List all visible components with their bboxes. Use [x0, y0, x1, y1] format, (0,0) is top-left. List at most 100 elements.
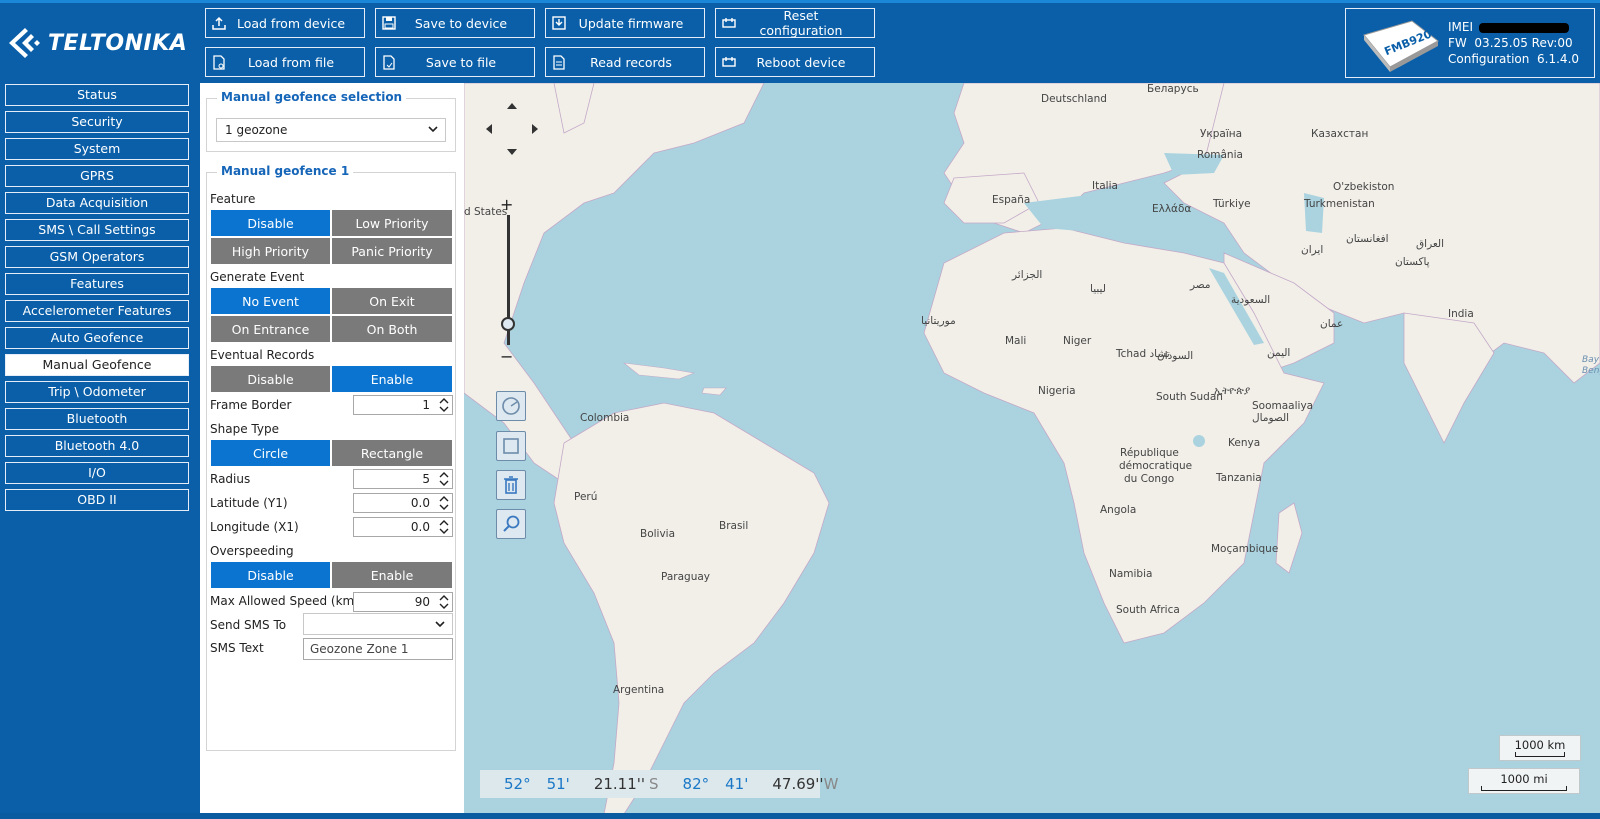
map-sea-label: Bay of: [1582, 355, 1600, 365]
event-on-entrance-option[interactable]: On Entrance: [211, 316, 330, 342]
spinner-arrows-icon[interactable]: [439, 594, 449, 610]
longitude-label: Longitude (X1): [210, 520, 299, 534]
sidebar-item-data-acquisition[interactable]: Data Acquisition: [5, 192, 189, 214]
zoom-out-icon[interactable]: −: [500, 347, 513, 366]
overspeeding-enable-option[interactable]: Enable: [332, 562, 452, 588]
sidebar-item-gprs[interactable]: GPRS: [5, 165, 189, 187]
sidebar-item-status[interactable]: Status: [5, 84, 189, 106]
map-place-label: الجزائر: [1012, 269, 1043, 281]
map-place-label: الصومال: [1252, 412, 1290, 424]
save-to-file-button[interactable]: Save to file: [375, 47, 535, 77]
reset-configuration-label: Reset configuration: [759, 8, 843, 38]
spinner-arrows-icon[interactable]: [439, 519, 449, 535]
sidebar-item-bluetooth[interactable]: Bluetooth: [5, 408, 189, 430]
zoom-slider[interactable]: + −: [498, 195, 518, 366]
latitude-input[interactable]: 0.0: [353, 493, 453, 513]
map-place-label: ليبيا: [1090, 283, 1106, 295]
sms-text-label: SMS Text: [210, 641, 264, 655]
sidebar-item-sms-call-settings[interactable]: SMS \ Call Settings: [5, 219, 189, 241]
feature-disable-option[interactable]: Disable: [211, 210, 330, 236]
map-place-label: Moçambique: [1211, 543, 1279, 555]
zoom-thumb[interactable]: [501, 317, 515, 331]
draw-circle-tool[interactable]: [496, 391, 526, 421]
load-from-device-button[interactable]: Load from device: [205, 8, 365, 38]
geofence-count-select[interactable]: 1 geozone: [216, 118, 446, 142]
eventual-records-enable-option[interactable]: Enable: [332, 366, 452, 392]
lat-hemisphere: S: [649, 775, 659, 793]
load-from-device-label: Load from device: [236, 15, 346, 31]
map-place-label: Angola: [1100, 504, 1137, 516]
sidebar-item-bluetooth-4-0[interactable]: Bluetooth 4.0: [5, 435, 189, 457]
eventual-records-disable-option[interactable]: Disable: [211, 366, 330, 392]
sidebar-item-system[interactable]: System: [5, 138, 189, 160]
sidebar-item-obd-ii[interactable]: OBD II: [5, 489, 189, 511]
frame-border-label: Frame Border: [210, 398, 292, 412]
sidebar-item-gsm-operators[interactable]: GSM Operators: [5, 246, 189, 268]
spinner-arrows-icon[interactable]: [439, 495, 449, 511]
shape-rectangle-option[interactable]: Rectangle: [332, 440, 452, 466]
reset-configuration-button[interactable]: Reset configuration: [715, 8, 875, 38]
map-place-label: India: [1448, 308, 1474, 320]
delete-geofence-tool[interactable]: [496, 470, 526, 500]
draw-rectangle-tool[interactable]: [496, 431, 526, 461]
feature-panic-priority-option[interactable]: Panic Priority: [332, 238, 452, 264]
max-speed-value: 90: [414, 595, 430, 609]
sidebar-item-features[interactable]: Features: [5, 273, 189, 295]
generate-event-label: Generate Event: [210, 270, 305, 284]
save-to-device-button[interactable]: Save to device: [375, 8, 535, 38]
upload-icon: [206, 9, 232, 37]
send-sms-to-select[interactable]: [303, 613, 453, 635]
max-speed-input[interactable]: 90: [353, 592, 453, 612]
save-to-file-label: Save to file: [425, 54, 497, 70]
event-no-event-option[interactable]: No Event: [211, 288, 330, 314]
zoom-to-geofence-tool[interactable]: [496, 509, 526, 539]
read-records-label: Read records: [590, 54, 672, 70]
map-place-label: España: [992, 194, 1031, 206]
lon-minutes: 41': [725, 775, 749, 793]
map-place-label: Ελλάδα: [1152, 203, 1192, 215]
zoom-in-icon[interactable]: +: [500, 195, 513, 214]
config-label: Configuration: [1448, 52, 1530, 66]
overspeeding-disable-option[interactable]: Disable: [211, 562, 330, 588]
sidebar-item-security[interactable]: Security: [5, 111, 189, 133]
event-on-both-option[interactable]: On Both: [332, 316, 452, 342]
eventual-records-label: Eventual Records: [210, 348, 315, 362]
map-place-label: Deutschland: [1041, 93, 1107, 105]
event-on-exit-option[interactable]: On Exit: [332, 288, 452, 314]
map-place-label: موريتانيا: [921, 315, 956, 327]
load-from-file-button[interactable]: Load from file: [205, 47, 365, 77]
reboot-device-button[interactable]: Reboot device: [715, 47, 875, 77]
map-place-label: Brasil: [719, 520, 749, 532]
spinner-arrows-icon[interactable]: [439, 397, 449, 413]
map-sea-label: Bengal: [1582, 366, 1600, 376]
map-place-label: démocratique: [1119, 460, 1193, 472]
longitude-input[interactable]: 0.0: [353, 517, 453, 537]
sidebar-item-trip-odometer[interactable]: Trip \ Odometer: [5, 381, 189, 403]
map-place-label: Mali: [1005, 335, 1027, 347]
sms-text-input[interactable]: Geozone Zone 1: [303, 638, 453, 660]
map-place-label: O'zbekiston: [1333, 181, 1395, 193]
sidebar-item-accelerometer-features[interactable]: Accelerometer Features: [5, 300, 189, 322]
feature-low-priority-option[interactable]: Low Priority: [332, 210, 452, 236]
save-to-device-label: Save to device: [414, 15, 508, 31]
map-place-label: du Congo: [1124, 473, 1175, 485]
shape-circle-option[interactable]: Circle: [211, 440, 330, 466]
update-firmware-button[interactable]: Update firmware: [545, 8, 705, 38]
feature-high-priority-option[interactable]: High Priority: [211, 238, 330, 264]
read-records-button[interactable]: Read records: [545, 47, 705, 77]
pan-control[interactable]: [484, 101, 540, 157]
top-accent-line: [0, 0, 1600, 3]
spinner-arrows-icon[interactable]: [439, 471, 449, 487]
sidebar-item-auto-geofence[interactable]: Auto Geofence: [5, 327, 189, 349]
radius-input[interactable]: 5: [353, 469, 453, 489]
sidebar-item-i-o[interactable]: I/O: [5, 462, 189, 484]
map-view[interactable]: Deutschland Беларусь Україна Казахстан Român…: [464, 83, 1600, 814]
sidebar-item-manual-geofence[interactable]: Manual Geofence: [5, 354, 189, 376]
file-open-icon: [206, 48, 232, 76]
fw-value: 03.25.05 Rev:00: [1474, 36, 1573, 50]
map-place-label: Argentina: [613, 684, 665, 696]
frame-border-input[interactable]: 1: [353, 395, 453, 415]
frame-border-value: 1: [422, 398, 430, 412]
geofence-count-value: 1 geozone: [225, 123, 288, 137]
map-place-label: اليمن: [1267, 347, 1291, 359]
